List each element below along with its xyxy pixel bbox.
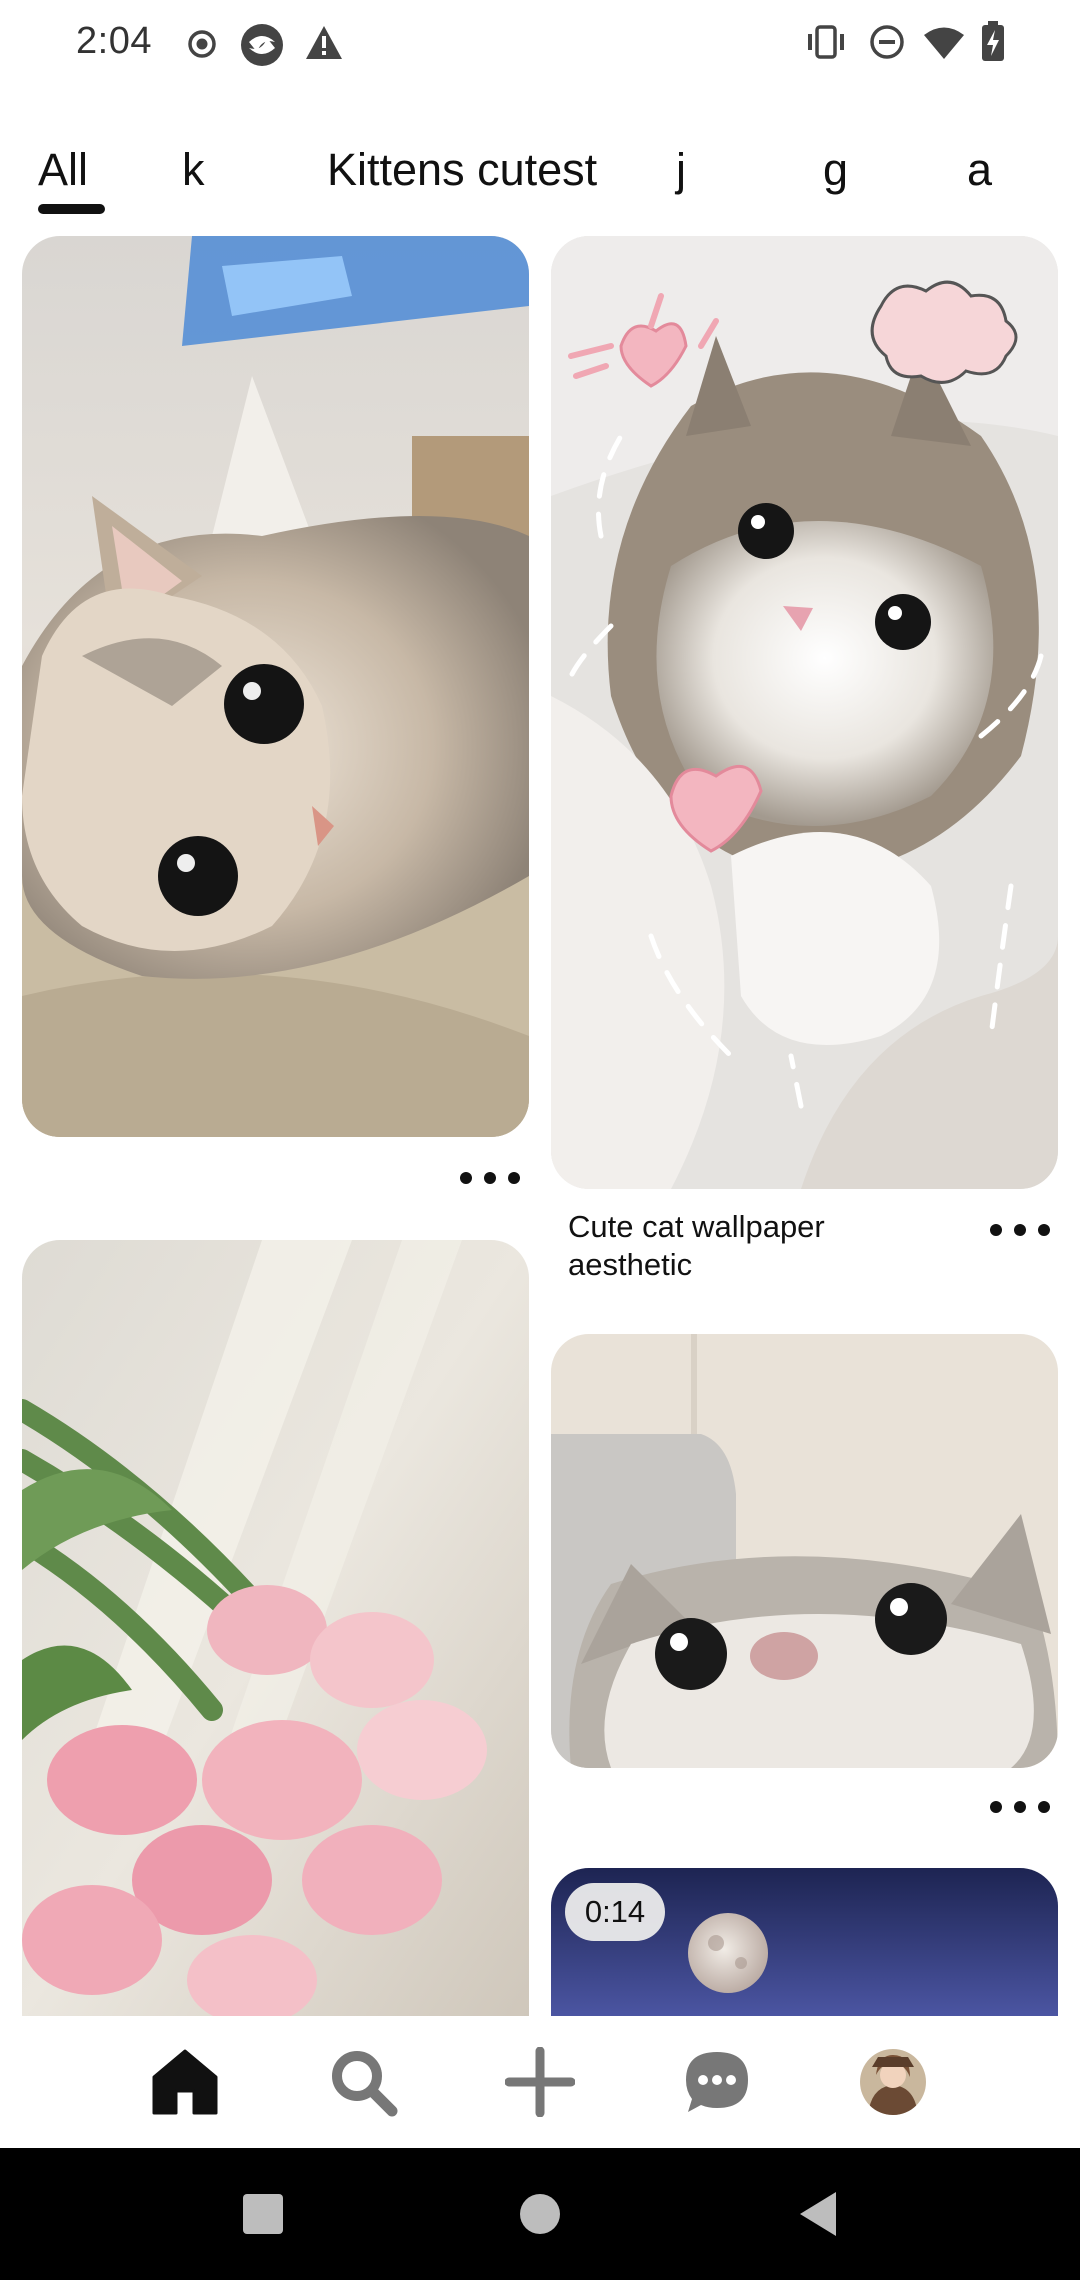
do-not-disturb-icon [870,25,904,59]
pin-image [22,1240,529,2016]
status-bar: 2:04 [0,0,1080,90]
dot [508,1172,520,1184]
tab-g[interactable]: g [823,144,848,196]
pin-more-options[interactable] [460,1163,520,1193]
video-duration-badge: 0:14 [565,1883,665,1941]
search-icon [332,2051,398,2117]
record-icon [188,30,216,58]
board-tabs: All k Kittens cutest j g a [0,130,1080,220]
back-button[interactable] [788,2184,848,2244]
pin-image [22,236,529,1137]
pin-kitten-peeking[interactable] [551,1334,1058,1768]
nav-messages[interactable] [679,2044,755,2120]
pin-more-options[interactable] [990,1792,1050,1822]
alert-icon [306,26,342,59]
bottom-nav [0,2016,1080,2148]
create-icon [505,2047,575,2117]
nav-home[interactable] [147,2044,223,2120]
pin-kitten-lying[interactable] [22,236,529,1137]
nav-profile[interactable] [855,2044,931,2120]
battery-charging-icon [982,21,1004,61]
tab-a[interactable]: a [967,144,992,196]
home-button[interactable] [510,2184,570,2244]
pin-cute-cat-wallpaper[interactable] [551,236,1058,1189]
nav-create[interactable] [502,2044,578,2120]
system-nav-bar [0,2148,1080,2280]
home-icon [152,2049,218,2115]
dot [1014,1801,1026,1813]
tab-selected-indicator [38,204,105,214]
dot [1038,1224,1050,1236]
messages-icon [686,2052,748,2112]
tab-k[interactable]: k [182,144,205,196]
tab-all[interactable]: All [38,144,88,196]
recents-button[interactable] [233,2184,293,2244]
nav-search[interactable] [325,2044,401,2120]
pin-more-options[interactable] [990,1215,1050,1245]
dot [1038,1801,1050,1813]
dot [990,1801,1002,1813]
back-icon [800,2192,836,2236]
tab-j[interactable]: j [676,144,686,196]
profile-avatar [860,2049,926,2115]
dot [1014,1224,1026,1236]
dot [990,1224,1002,1236]
pin-title[interactable]: Cute cat wallpaper aesthetic [568,1208,928,1284]
home-icon [520,2194,560,2234]
vibrate-icon [808,25,844,59]
tab-kittens-cutest[interactable]: Kittens cutest [327,144,597,196]
dot [484,1172,496,1184]
pin-image [551,1334,1058,1768]
app-icon [241,24,283,66]
recents-icon [243,2194,283,2234]
status-time: 2:04 [76,20,152,62]
pin-tulips[interactable] [22,1240,529,2016]
dot [460,1172,472,1184]
wifi-icon [924,27,964,59]
pin-image [551,236,1058,1189]
